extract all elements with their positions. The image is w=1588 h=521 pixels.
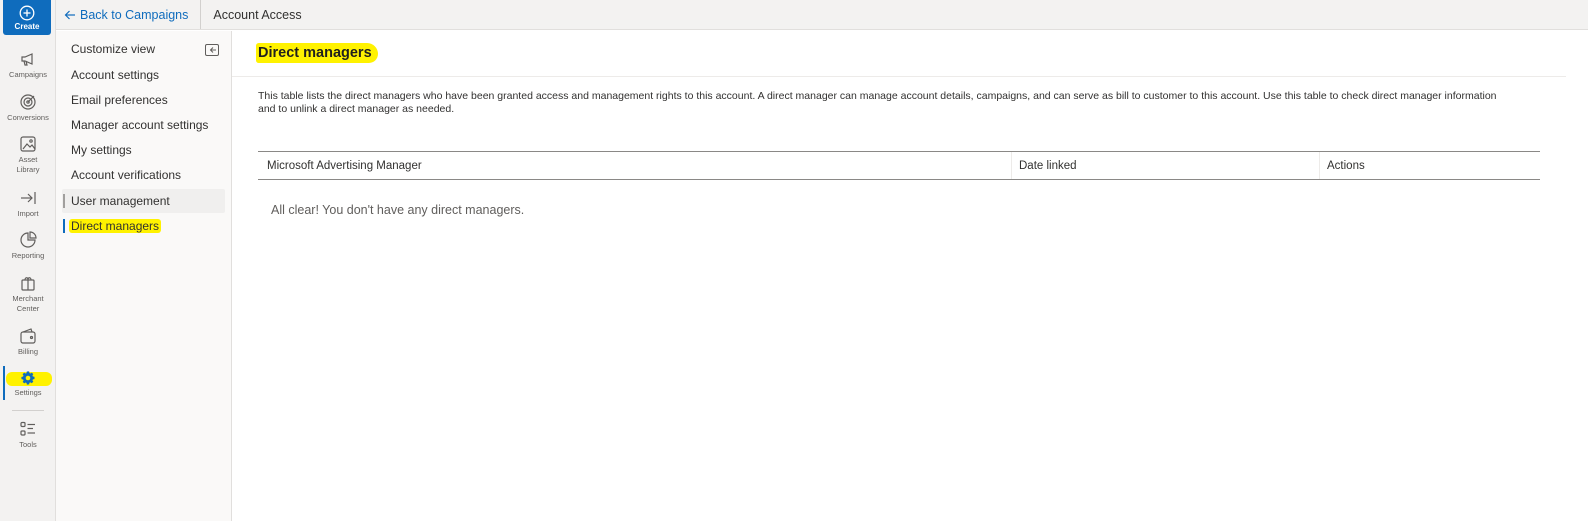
table-header: Microsoft Advertising Manager Date linke… xyxy=(258,151,1540,180)
rail-label-reporting: Reporting xyxy=(11,251,45,260)
subnav-label: My settings xyxy=(71,143,132,157)
subnav-item-user-management[interactable]: User management xyxy=(62,189,225,213)
rail-label-merchant-center: Merchant Center xyxy=(12,294,44,313)
rail-item-settings[interactable]: Settings xyxy=(0,366,56,400)
subnav-group-indicator xyxy=(63,194,65,208)
rail-label-tools: Tools xyxy=(19,440,37,449)
column-header-label: Date linked xyxy=(1019,159,1077,172)
target-icon xyxy=(20,94,36,110)
column-header-label: Actions xyxy=(1327,159,1365,172)
main-header: Direct managers xyxy=(232,31,1566,77)
subnav-label: User management xyxy=(71,194,170,208)
subnav-label: Account verifications xyxy=(71,168,182,182)
page-description: This table lists the direct managers who… xyxy=(258,90,1497,115)
back-link-label: Back to Campaigns xyxy=(80,7,189,22)
direct-managers-table: Microsoft Advertising Manager Date linke… xyxy=(258,151,1540,217)
column-header-actions: Actions xyxy=(1320,152,1540,179)
subnav-selected-indicator xyxy=(63,219,65,233)
rail-divider xyxy=(12,410,44,411)
subnav-label: Manager account settings xyxy=(71,118,209,132)
rail-label-conversions: Conversions xyxy=(7,113,49,122)
rail-item-asset-library[interactable]: Asset Library xyxy=(0,135,56,175)
subnav-label: Email preferences xyxy=(71,93,168,107)
rail-label-campaigns: Campaigns xyxy=(9,70,47,79)
image-edit-icon xyxy=(20,136,36,152)
subnav-item-my-settings[interactable]: My settings xyxy=(62,138,225,162)
settings-selected-indicator xyxy=(3,366,5,400)
rail-item-tools[interactable]: Tools xyxy=(0,420,56,450)
top-bar: Back to Campaigns Account Access xyxy=(56,0,1588,30)
rail-item-campaigns[interactable]: Campaigns xyxy=(0,50,56,80)
rail-item-import[interactable]: Import xyxy=(0,189,56,219)
page-section-title: Account Access xyxy=(213,7,302,22)
rail-item-conversions[interactable]: Conversions xyxy=(0,93,56,123)
main-content: Direct managers This table lists the dir… xyxy=(232,31,1588,521)
column-header-label: Microsoft Advertising Manager xyxy=(267,159,422,172)
megaphone-icon xyxy=(21,53,33,66)
settings-subnav: Customize view Account settings Email pr… xyxy=(56,31,232,521)
subnav-label: Account settings xyxy=(71,68,160,82)
rail-label-billing: Billing xyxy=(17,347,38,356)
subnav-label: Direct managers xyxy=(69,219,162,233)
app-root: Create Campaigns Conversions Asset Libra… xyxy=(0,0,1588,521)
gear-icon xyxy=(21,371,35,385)
collapse-pane-icon[interactable] xyxy=(205,44,219,56)
pie-chart-icon xyxy=(20,231,37,248)
create-button[interactable]: Create xyxy=(3,0,51,35)
gift-bag-icon xyxy=(21,277,35,291)
subnav-label: Customize view xyxy=(71,42,156,56)
rail-label-asset-library: Asset Library xyxy=(16,155,40,174)
subnav-item-account-verifications[interactable]: Account verifications xyxy=(62,163,225,187)
rail-item-reporting[interactable]: Reporting xyxy=(0,231,56,261)
subnav-item-direct-managers[interactable]: Direct managers xyxy=(62,214,225,238)
rail-item-billing[interactable]: Billing xyxy=(0,327,56,357)
wallet-icon xyxy=(20,328,36,344)
tools-list-icon xyxy=(20,421,35,436)
back-to-campaigns-link[interactable]: Back to Campaigns xyxy=(56,0,202,29)
arrow-left-icon xyxy=(64,10,75,19)
create-label: Create xyxy=(14,21,40,31)
page-title: Direct managers xyxy=(256,43,378,63)
rail-label-import: Import xyxy=(17,209,39,218)
subnav-item-account-settings[interactable]: Account settings xyxy=(62,63,225,87)
import-arrow-icon xyxy=(21,192,36,204)
subnav-item-customize-view[interactable]: Customize view xyxy=(62,37,225,61)
left-rail: Create Campaigns Conversions Asset Libra… xyxy=(0,0,56,521)
subnav-item-email-preferences[interactable]: Email preferences xyxy=(62,88,225,112)
rail-item-merchant-center[interactable]: Merchant Center xyxy=(0,274,56,314)
empty-state-message: All clear! You don't have any direct man… xyxy=(271,203,525,217)
column-header-manager[interactable]: Microsoft Advertising Manager xyxy=(258,152,1012,179)
plus-circle-icon xyxy=(19,5,35,20)
subnav-item-manager-account-settings[interactable]: Manager account settings xyxy=(62,113,225,137)
rail-label-settings: Settings xyxy=(14,388,42,397)
column-header-date-linked[interactable]: Date linked xyxy=(1012,152,1320,179)
